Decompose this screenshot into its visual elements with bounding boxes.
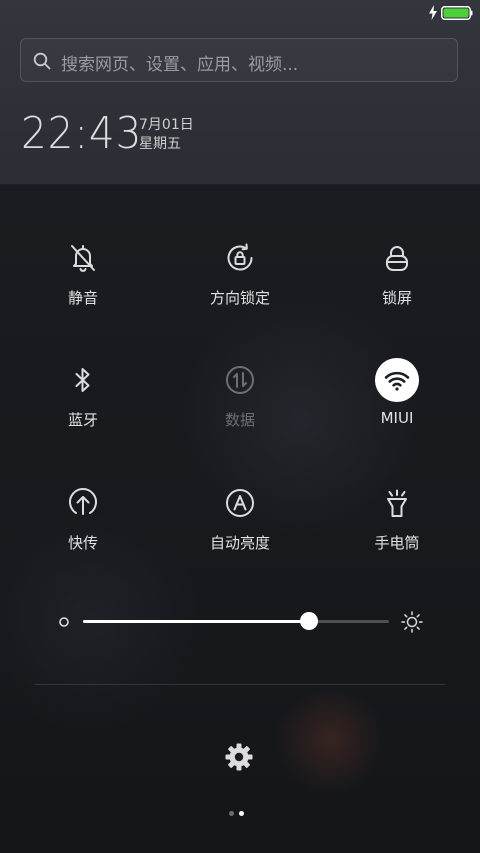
toggle-bluetooth[interactable]: 蓝牙: [23, 358, 143, 448]
toggle-wifi[interactable]: MIUI: [337, 358, 457, 448]
toggle-label: MIUI: [380, 409, 414, 427]
toggle-label: 方向锁定: [209, 289, 270, 307]
brightness-high-icon: [401, 611, 423, 633]
lock-icon: [386, 246, 408, 271]
toggle-rotation-lock[interactable]: 方向锁定: [180, 236, 300, 326]
bell-muted-icon: [71, 245, 95, 272]
toggle-label: 自动亮度: [209, 534, 270, 552]
toggle-auto-brightness[interactable]: 自动亮度: [180, 481, 300, 571]
page-dot: [229, 811, 234, 816]
battery-icon: [441, 6, 473, 20]
toggle-silent[interactable]: 静音: [23, 236, 143, 326]
search-icon: [33, 52, 51, 70]
brightness-slider-fill: [83, 620, 309, 623]
rotation-lock-icon: [227, 243, 253, 271]
wifi-icon: [384, 371, 410, 391]
clock-time[interactable]: 22:43: [21, 106, 142, 162]
bluetooth-icon: [75, 368, 90, 392]
toggle-quick-transfer[interactable]: 快传: [23, 481, 143, 571]
status-bar: [0, 0, 480, 26]
toggle-label: 蓝牙: [67, 411, 98, 429]
brightness-slider-thumb[interactable]: [300, 612, 318, 630]
toggle-label: 静音: [67, 289, 98, 307]
auto-brightness-icon: [226, 489, 254, 517]
quick-transfer-icon: [69, 488, 97, 515]
search-placeholder: 搜索网页、设置、应用、视频...: [61, 55, 299, 75]
toggle-label: 锁屏: [381, 289, 412, 307]
toggle-lock-screen[interactable]: 锁屏: [337, 236, 457, 326]
clock-weekday: 星期五: [139, 136, 181, 152]
toggle-label: 快传: [67, 534, 98, 552]
divider: [35, 684, 445, 685]
page-dot: [239, 811, 244, 816]
toggle-label: 数据: [224, 411, 255, 429]
mobile-data-icon: [226, 366, 254, 394]
brightness-slider[interactable]: [83, 612, 389, 630]
toggle-mobile-data[interactable]: 数据: [180, 358, 300, 448]
clock-date: 7月01日: [139, 117, 194, 133]
charging-bolt-icon: [429, 5, 437, 20]
flashlight-icon: [387, 489, 407, 517]
gear-icon[interactable]: [222, 740, 256, 774]
brightness-low-icon: [59, 617, 69, 627]
toggle-flashlight[interactable]: 手电筒: [337, 481, 457, 571]
page-indicator: [229, 810, 253, 818]
toggle-label: 手电筒: [374, 534, 420, 552]
search-bar[interactable]: 搜索网页、设置、应用、视频...: [20, 38, 458, 82]
